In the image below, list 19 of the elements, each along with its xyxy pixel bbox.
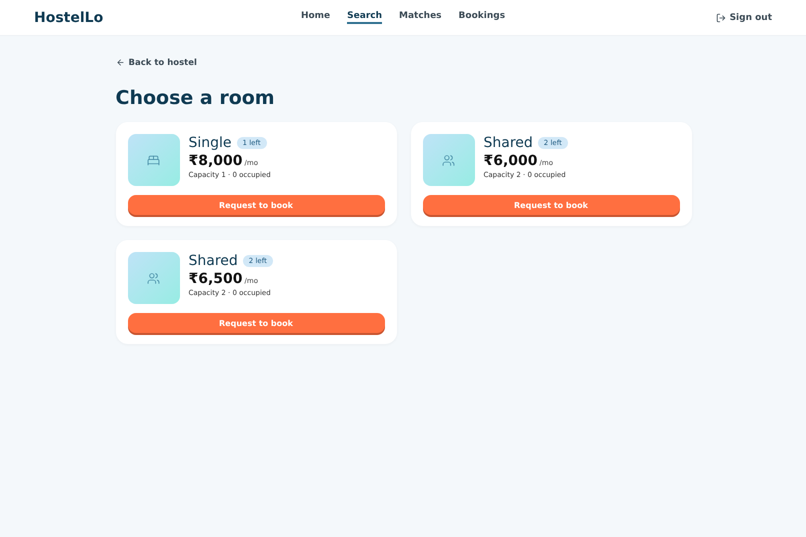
nav-link[interactable]: Home bbox=[300, 11, 330, 24]
room-price: ₹6,500 bbox=[188, 271, 243, 287]
sign-out-button[interactable]: Sign out bbox=[716, 12, 772, 22]
back-link[interactable]: Back to hostel bbox=[116, 58, 197, 68]
nav-link[interactable]: Search bbox=[347, 11, 382, 24]
room-price: ₹6,000 bbox=[484, 153, 538, 169]
room-name: Shared bbox=[484, 135, 533, 151]
page-title: Choose a room bbox=[116, 87, 276, 109]
room-name: Single bbox=[188, 135, 232, 151]
nav-link[interactable]: Bookings bbox=[458, 11, 506, 24]
nav-link[interactable]: Matches bbox=[399, 11, 442, 24]
logout-icon bbox=[716, 12, 726, 22]
room-name: Shared bbox=[188, 253, 238, 269]
people-icon bbox=[442, 154, 455, 166]
back-arrow-icon bbox=[116, 58, 124, 67]
people-icon bbox=[147, 272, 160, 284]
room-price: ₹8,000 bbox=[188, 153, 243, 169]
bed-icon bbox=[147, 154, 160, 166]
brand-logo[interactable]: HostelLo bbox=[34, 10, 301, 26]
